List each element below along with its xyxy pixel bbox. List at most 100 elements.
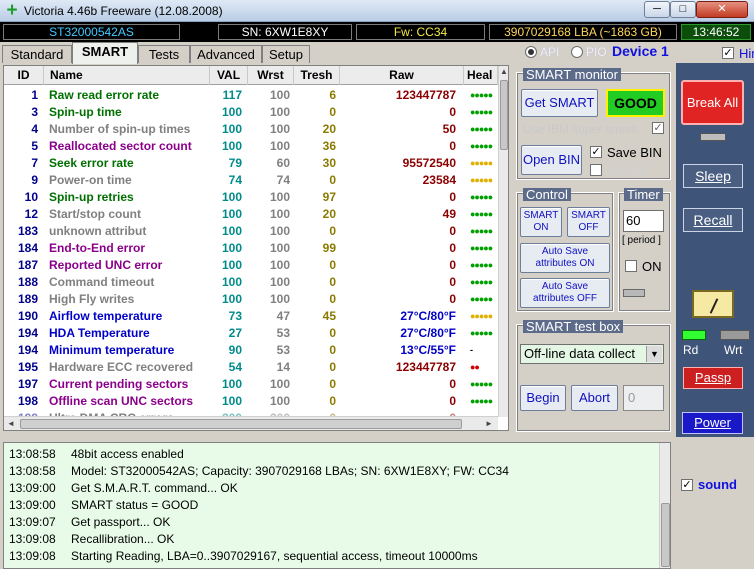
smart-on-button[interactable]: SMART ON	[520, 207, 562, 237]
save-bin-checkbox[interactable]: ✓	[590, 146, 602, 158]
tab-tests[interactable]: Tests	[138, 45, 190, 63]
chevron-down-icon[interactable]: ▼	[646, 346, 662, 362]
log-panel: 13:08:58 48bit access enabled 13:08:58 Mode…	[3, 442, 671, 569]
scrollbar-thumb[interactable]	[500, 80, 508, 150]
smart-off-button[interactable]: SMART OFF	[567, 207, 610, 237]
cell-raw: 27°C/80°F	[400, 309, 456, 323]
recall-button[interactable]: Recall	[683, 208, 743, 232]
cell-id: 184	[17, 241, 38, 255]
cell-name: Current pending sectors	[49, 377, 189, 391]
tab-advanced[interactable]: Advanced	[190, 45, 262, 63]
begin-button[interactable]: Begin	[520, 385, 566, 411]
timer-period-input[interactable]: 60	[623, 210, 664, 232]
table-row[interactable]: 184 End-to-End error 100 100 99 0 ●●●●●	[4, 240, 498, 257]
scrollbar-thumb[interactable]	[20, 419, 462, 429]
column-header-val[interactable]: VAL	[210, 66, 248, 85]
table-row[interactable]: 12 Start/stop count 100 100 20 49 ●●●●●	[4, 206, 498, 223]
autosave-off-button[interactable]: Auto Save attributes OFF	[520, 278, 610, 308]
table-row[interactable]: 189 High Fly writes 100 100 0 0 ●●●●●	[4, 291, 498, 308]
table-row[interactable]: 190 Airflow temperature 73 47 45 27°C/80°F ●●●…	[4, 308, 498, 325]
test-value-input[interactable]: 0	[623, 385, 664, 411]
cell-id: 187	[17, 258, 38, 272]
cell-val: 79	[228, 156, 242, 170]
table-horizontal-scrollbar[interactable]: ◄ ►	[4, 416, 498, 430]
cell-val: 73	[228, 309, 242, 323]
table-row[interactable]: 9 Power-on time 74 74 0 23584 ●●●●●	[4, 172, 498, 189]
table-vertical-scrollbar[interactable]: ▲	[498, 66, 508, 417]
column-header-raw[interactable]: Raw	[340, 66, 464, 85]
scrollbar-thumb[interactable]	[661, 503, 670, 567]
scroll-up-icon[interactable]: ▲	[499, 66, 508, 78]
cell-tresh: 0	[329, 105, 336, 119]
api-radio[interactable]	[525, 46, 537, 58]
column-header-name[interactable]: Name	[44, 66, 210, 85]
tab-setup[interactable]: Setup	[262, 45, 310, 63]
cell-val: 100	[221, 241, 242, 255]
table-row[interactable]: 197 Current pending sectors 100 100 0 0 ●●●●●	[4, 376, 498, 393]
timer-on-checkbox[interactable]	[625, 260, 637, 272]
sound-label: sound	[698, 477, 737, 492]
log-time: 13:09:00	[9, 481, 56, 495]
table-row[interactable]: 5 Reallocated sector count 100 100 36 0 ●●●●●	[4, 138, 498, 155]
column-header-id[interactable]: ID	[4, 66, 44, 85]
cell-raw: 49	[442, 207, 456, 221]
cell-wrst: 100	[269, 139, 290, 153]
scroll-left-icon[interactable]: ◄	[4, 417, 18, 430]
table-row[interactable]: 10 Spin-up retries 100 100 97 0 ●●●●●	[4, 189, 498, 206]
abort-button[interactable]: Abort	[571, 385, 618, 411]
autosave-on-button[interactable]: Auto Save attributes ON	[520, 243, 610, 273]
power-button[interactable]: Power	[682, 412, 743, 434]
smart-attributes-table: ID Name VAL Wrst Tresh Raw Heal 1 Raw rea…	[3, 65, 509, 431]
table-row[interactable]: 4 Number of spin-up times 100 100 20 50 ●●●●●	[4, 121, 498, 138]
cell-id: 12	[24, 207, 38, 221]
table-row[interactable]: 187 Reported UNC error 100 100 0 0 ●●●●●	[4, 257, 498, 274]
table-row[interactable]: 188 Command timeout 100 100 0 0 ●●●●●	[4, 274, 498, 291]
minimize-button[interactable]: ─	[644, 1, 670, 18]
table-row[interactable]: 1 Raw read error rate 117 100 6 123447787 ●●●●…	[4, 87, 498, 104]
cell-name: High Fly writes	[49, 292, 135, 306]
column-header-tresh[interactable]: Tresh	[294, 66, 340, 85]
table-row[interactable]: 194 Minimum temperature 90 53 0 13°C/55°F -	[4, 342, 498, 359]
pio-radio[interactable]	[571, 46, 583, 58]
sleep-button[interactable]: Sleep	[683, 164, 743, 188]
close-button[interactable]: ✕	[696, 1, 748, 18]
table-row[interactable]: 198 Offline scan UNC sectors 100 100 0 0 ●●●●●	[4, 393, 498, 410]
log-vertical-scrollbar[interactable]	[659, 443, 670, 568]
get-smart-button[interactable]: Get SMART	[521, 89, 598, 117]
column-header-health[interactable]: Heal	[464, 66, 498, 85]
break-all-button[interactable]: Break All	[681, 80, 744, 125]
ibm-super-smart-checkbox[interactable]: ✓	[652, 122, 664, 134]
cell-heal: ●●	[470, 362, 480, 372]
open-bin-button[interactable]: Open BIN	[521, 145, 582, 175]
ibm-super-smart-label: Use IBM super smart:	[523, 122, 640, 136]
cell-tresh: 0	[329, 326, 336, 340]
cell-wrst: 100	[269, 241, 290, 255]
tab-standard[interactable]: Standard	[2, 45, 72, 63]
tab-smart[interactable]: SMART	[72, 42, 138, 64]
cell-raw: 13°C/55°F	[400, 343, 456, 357]
sound-checkbox[interactable]: ✓	[681, 479, 693, 491]
drive-serial: SN: 6XW1E8XY	[218, 24, 352, 40]
table-row[interactable]: 7 Seek error rate 79 60 30 95572540 ●●●●●	[4, 155, 498, 172]
passport-button[interactable]: Passp	[683, 367, 743, 389]
log-time: 13:08:58	[9, 447, 56, 461]
api-label: API	[540, 45, 560, 59]
cell-tresh: 0	[329, 377, 336, 391]
cell-name: Reported UNC error	[49, 258, 163, 272]
table-row[interactable]: 194 HDA Temperature 27 53 0 27°C/80°F ●●●●●	[4, 325, 498, 342]
cell-raw: 0	[449, 190, 456, 204]
maximize-button[interactable]: □	[670, 1, 696, 18]
table-body: 1 Raw read error rate 117 100 6 123447787 ●●●●…	[4, 87, 498, 425]
cell-tresh: 6	[329, 88, 336, 102]
cell-id: 7	[31, 156, 38, 170]
smart-test-select[interactable]: Off-line data collect	[520, 344, 664, 364]
hints-checkbox[interactable]: ✓	[722, 47, 734, 59]
device-label[interactable]: Device 1	[612, 43, 669, 59]
crypt-checkbox[interactable]	[590, 164, 602, 176]
table-row[interactable]: 183 unknown attribut 100 100 0 0 ●●●●●	[4, 223, 498, 240]
column-header-wrst[interactable]: Wrst	[248, 66, 294, 85]
scroll-right-icon[interactable]: ►	[482, 417, 496, 430]
table-row[interactable]: 195 Hardware ECC recovered 54 14 0 123447787 ●…	[4, 359, 498, 376]
cell-name: Hardware ECC recovered	[49, 360, 194, 374]
table-row[interactable]: 3 Spin-up time 100 100 0 0 ●●●●●	[4, 104, 498, 121]
